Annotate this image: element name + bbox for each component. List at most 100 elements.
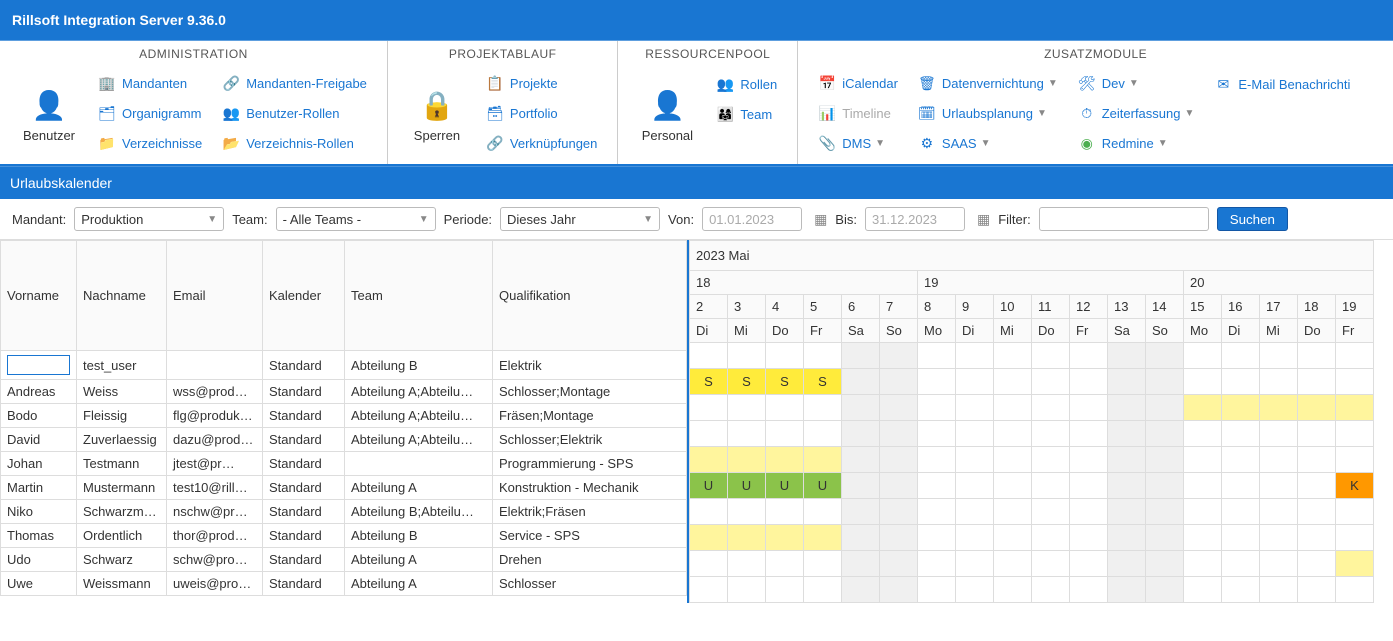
table-row[interactable]: UdoSchwarzschw@pro…StandardAbteilung ADr…: [1, 548, 687, 572]
calendar-cell[interactable]: [1298, 421, 1336, 447]
vorname-input[interactable]: [7, 355, 70, 375]
calendar-cell[interactable]: [1260, 525, 1298, 551]
calendar-cell[interactable]: [1032, 447, 1070, 473]
calendar-cell[interactable]: [918, 343, 956, 369]
cell-qual[interactable]: Drehen: [493, 548, 687, 572]
calendar-cell[interactable]: [880, 395, 918, 421]
calendar-cell[interactable]: [1070, 369, 1108, 395]
verzeichnis-rollen-button[interactable]: 📂Verzeichnis-Rollen: [216, 132, 373, 155]
calendar-cell[interactable]: [956, 525, 994, 551]
calendar-cell[interactable]: [918, 395, 956, 421]
cell-kalender[interactable]: Standard: [263, 351, 345, 380]
calendar-cell[interactable]: [1336, 369, 1374, 395]
calendar-cell[interactable]: [766, 499, 804, 525]
cell-email[interactable]: nschw@pr…: [167, 500, 263, 524]
team-combo[interactable]: - Alle Teams -▼: [276, 207, 436, 231]
calendar-cell[interactable]: [1108, 421, 1146, 447]
projekte-button[interactable]: 📋Projekte: [480, 72, 603, 95]
calendar-cell[interactable]: [956, 343, 994, 369]
timeline-button[interactable]: 📊Timeline: [812, 102, 904, 125]
cell-qual[interactable]: Konstruktion - Mechanik: [493, 476, 687, 500]
calendar-cell[interactable]: [918, 525, 956, 551]
calendar-cell[interactable]: [1146, 421, 1184, 447]
calendar-cell[interactable]: [728, 525, 766, 551]
calendar-cell[interactable]: [1298, 577, 1336, 603]
calendar-cell[interactable]: S: [804, 369, 842, 395]
calendar-cell[interactable]: [1298, 447, 1336, 473]
calendar-cell[interactable]: [690, 577, 728, 603]
rollen-button[interactable]: 👥Rollen: [710, 73, 783, 96]
calendar-cell[interactable]: U: [728, 473, 766, 499]
calendar-cell[interactable]: [1336, 499, 1374, 525]
calendar-cell[interactable]: [880, 421, 918, 447]
cell-kalender[interactable]: Standard: [263, 524, 345, 548]
calendar-cell[interactable]: [1146, 395, 1184, 421]
col-kalender[interactable]: Kalender: [263, 241, 345, 351]
cell-team[interactable]: [345, 452, 493, 476]
cell-email[interactable]: [167, 351, 263, 380]
calendar-cell[interactable]: [842, 473, 880, 499]
cell-team[interactable]: Abteilung A;Abteilu…: [345, 380, 493, 404]
calendar-cell[interactable]: [766, 525, 804, 551]
calendar-cell[interactable]: [1222, 551, 1260, 577]
portfolio-button[interactable]: 🗃Portfolio: [480, 102, 603, 125]
calendar-cell[interactable]: [1108, 369, 1146, 395]
calendar-cell[interactable]: S: [766, 369, 804, 395]
calendar-cell[interactable]: [1298, 525, 1336, 551]
icalendar-button[interactable]: 📅iCalendar: [812, 72, 904, 95]
col-qualifikation[interactable]: Qualifikation: [493, 241, 687, 351]
calendar-cell[interactable]: [1108, 525, 1146, 551]
calendar-cell[interactable]: [880, 343, 918, 369]
calendar-cell[interactable]: [1032, 499, 1070, 525]
calendar-cell[interactable]: [1222, 447, 1260, 473]
calendar-cell[interactable]: [918, 499, 956, 525]
cell-email[interactable]: schw@pro…: [167, 548, 263, 572]
calendar-cell[interactable]: [1222, 395, 1260, 421]
calendar-cell[interactable]: [1032, 421, 1070, 447]
calendar-cell[interactable]: [956, 421, 994, 447]
calendar-cell[interactable]: [1146, 499, 1184, 525]
cell-nachname[interactable]: Weiss: [77, 380, 167, 404]
cell-email[interactable]: thor@prod…: [167, 524, 263, 548]
calendar-cell[interactable]: [956, 577, 994, 603]
calendar-cell[interactable]: [1032, 577, 1070, 603]
col-email[interactable]: Email: [167, 241, 263, 351]
calendar-cell[interactable]: [1070, 395, 1108, 421]
calendar-cell[interactable]: [728, 343, 766, 369]
calendar-cell[interactable]: [766, 395, 804, 421]
calendar-cell[interactable]: [1070, 473, 1108, 499]
calendar-cell[interactable]: [804, 499, 842, 525]
cell-kalender[interactable]: Standard: [263, 428, 345, 452]
cell-kalender[interactable]: Standard: [263, 548, 345, 572]
calendar-cell[interactable]: [918, 369, 956, 395]
calendar-cell[interactable]: [1108, 499, 1146, 525]
calendar-cell[interactable]: [880, 447, 918, 473]
cell-team[interactable]: Abteilung B: [345, 524, 493, 548]
team-button[interactable]: 👨‍👩‍👧Team: [710, 103, 783, 126]
calendar-cell[interactable]: [1260, 551, 1298, 577]
cell-nachname[interactable]: Schwarzm…: [77, 500, 167, 524]
email-benachrichtigung-button[interactable]: ✉E-Mail Benachrichti: [1208, 73, 1356, 96]
calendar-cell[interactable]: [1070, 343, 1108, 369]
personal-button[interactable]: 👤 Personal: [628, 67, 706, 160]
cell-nachname[interactable]: Mustermann: [77, 476, 167, 500]
cell-qual[interactable]: Programmierung - SPS: [493, 452, 687, 476]
calendar-cell[interactable]: [918, 421, 956, 447]
organigramm-button[interactable]: 🗂Organigramm: [92, 102, 208, 125]
calendar-cell[interactable]: [1260, 395, 1298, 421]
calendar-cell[interactable]: [1032, 473, 1070, 499]
cell-kalender[interactable]: Standard: [263, 572, 345, 596]
calendar-cell[interactable]: [766, 577, 804, 603]
calendar-cell[interactable]: [1184, 447, 1222, 473]
calendar-cell[interactable]: [1184, 577, 1222, 603]
calendar-cell[interactable]: [1336, 343, 1374, 369]
calendar-cell[interactable]: [1108, 343, 1146, 369]
cell-team[interactable]: Abteilung B;Abteilu…: [345, 500, 493, 524]
calendar-cell[interactable]: [766, 447, 804, 473]
cell-qual[interactable]: Schlosser;Elektrik: [493, 428, 687, 452]
calendar-cell[interactable]: [842, 499, 880, 525]
search-button[interactable]: Suchen: [1217, 207, 1288, 231]
calendar-cell[interactable]: [728, 395, 766, 421]
calendar-cell[interactable]: [1336, 421, 1374, 447]
calendar-cell[interactable]: S: [728, 369, 766, 395]
